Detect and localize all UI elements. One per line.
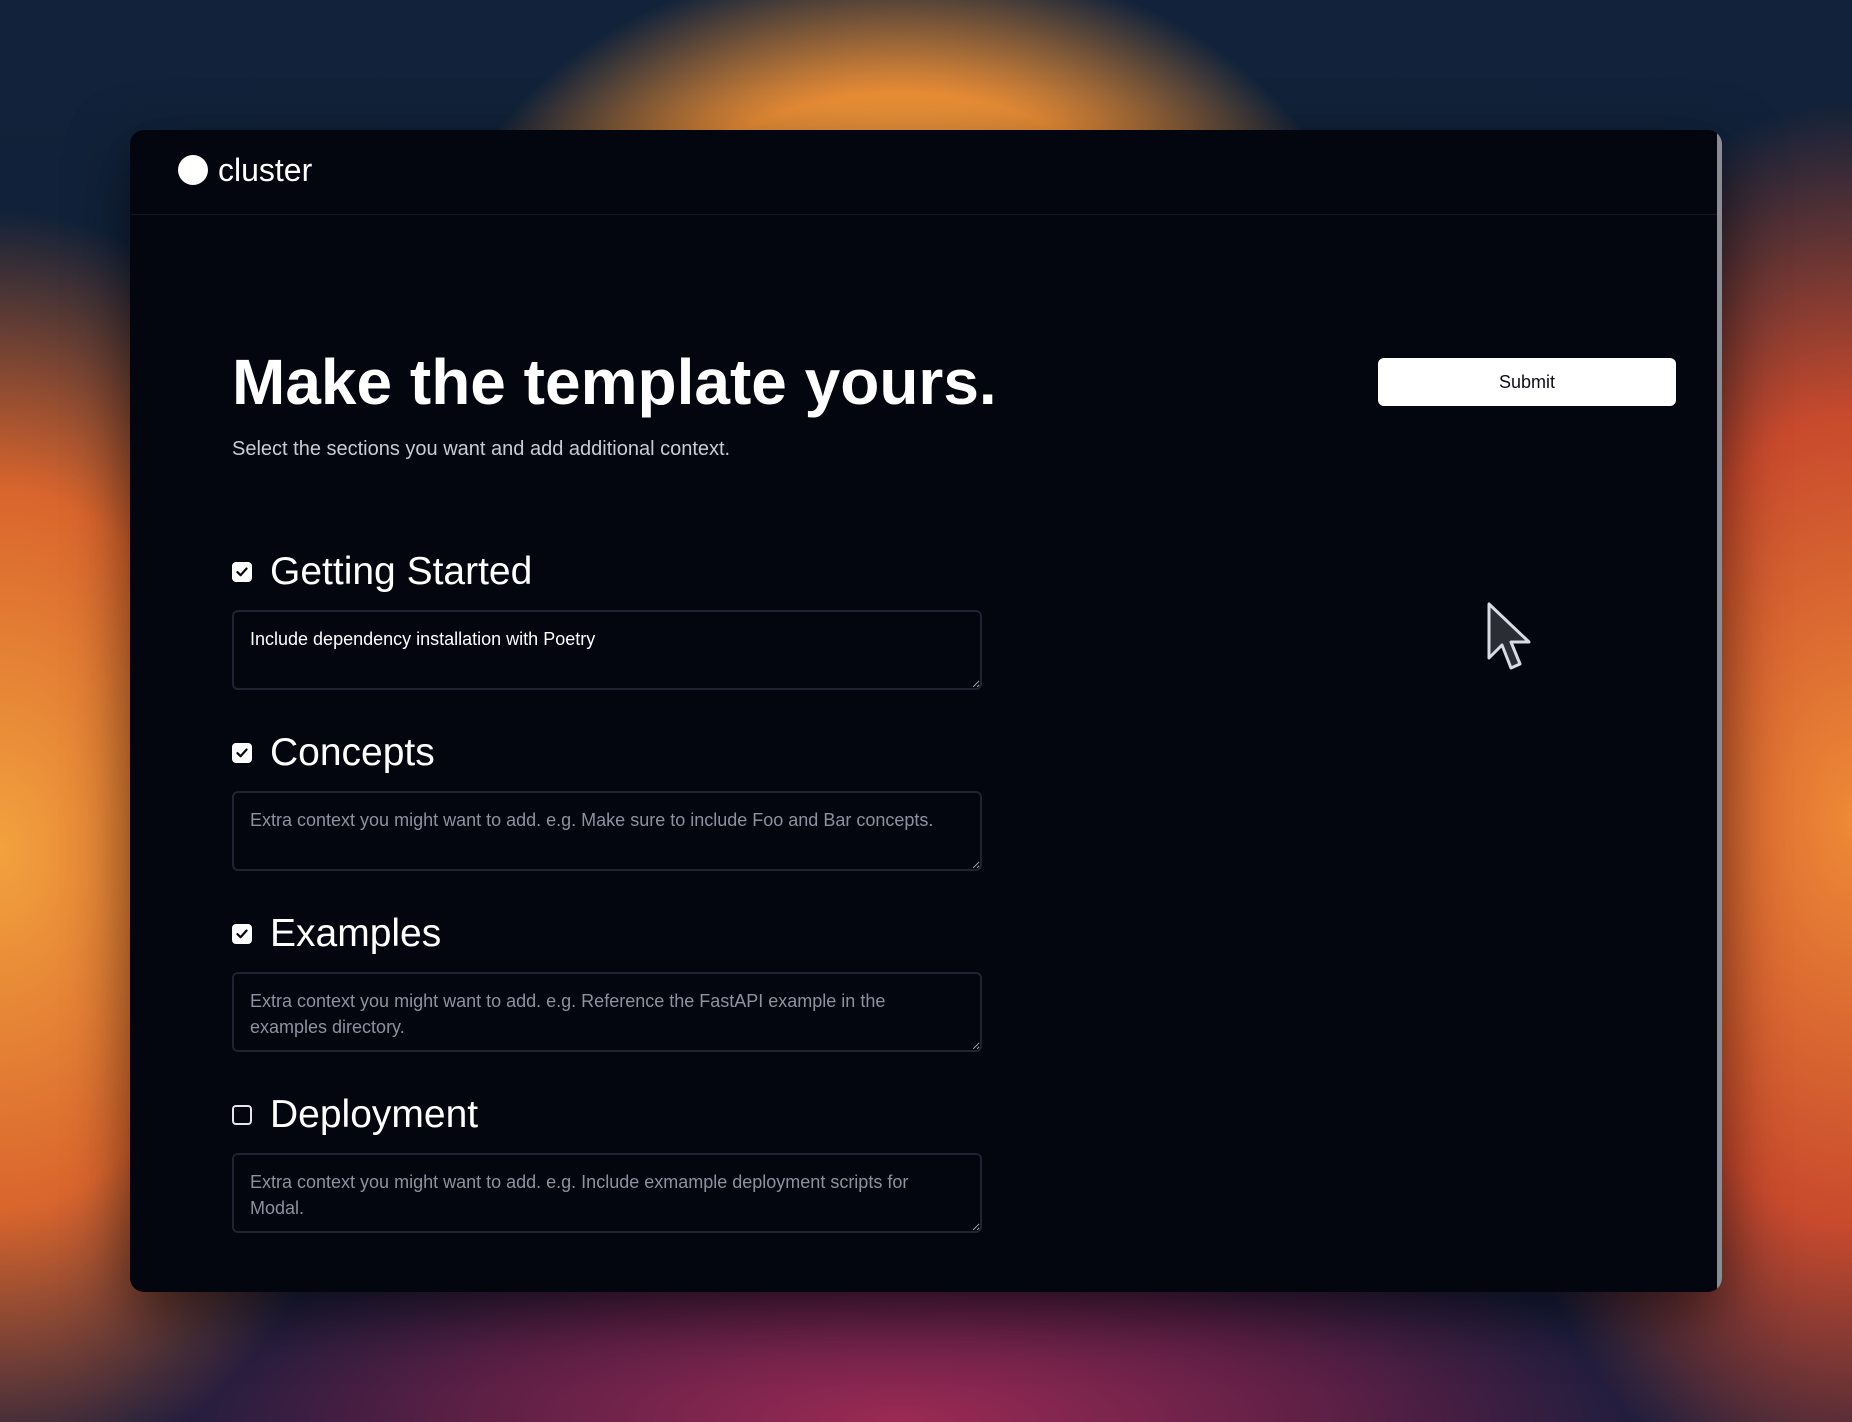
page-subtitle: Select the sections you want and add add…: [232, 438, 731, 460]
section-title: Concepts: [270, 731, 435, 774]
deployment-checkbox[interactable]: [232, 1105, 252, 1125]
section-header: Concepts: [232, 729, 435, 777]
logo-circle-icon[interactable]: [178, 155, 208, 185]
mouse-pointer-icon: [1487, 602, 1531, 670]
app-name[interactable]: cluster: [218, 150, 312, 190]
section-header: Getting Started: [232, 548, 532, 596]
checkmark-icon: [236, 748, 248, 758]
section-header: Examples: [232, 910, 441, 958]
section-title: Examples: [270, 912, 442, 955]
concepts-context-field[interactable]: [232, 791, 982, 871]
examples-context-field[interactable]: [232, 972, 982, 1052]
desktop-background: cluster Make the template yours. Select …: [0, 0, 1852, 1422]
submit-button[interactable]: Submit: [1378, 358, 1676, 406]
checkmark-icon: [236, 567, 248, 577]
getting-started-checkbox[interactable]: [232, 562, 252, 582]
examples-checkbox[interactable]: [232, 924, 252, 944]
page-title: Make the template yours.: [232, 346, 997, 418]
checkmark-icon: [236, 929, 248, 939]
top-nav: cluster: [130, 130, 1722, 215]
getting-started-context-field[interactable]: Include dependency installation with Poe…: [232, 610, 982, 690]
section-header: Deployment: [232, 1091, 478, 1139]
section-title: Deployment: [270, 1093, 479, 1136]
app-window: cluster Make the template yours. Select …: [130, 130, 1722, 1292]
deployment-context-field[interactable]: [232, 1153, 982, 1233]
concepts-checkbox[interactable]: [232, 743, 252, 763]
section-title: Getting Started: [270, 550, 533, 593]
